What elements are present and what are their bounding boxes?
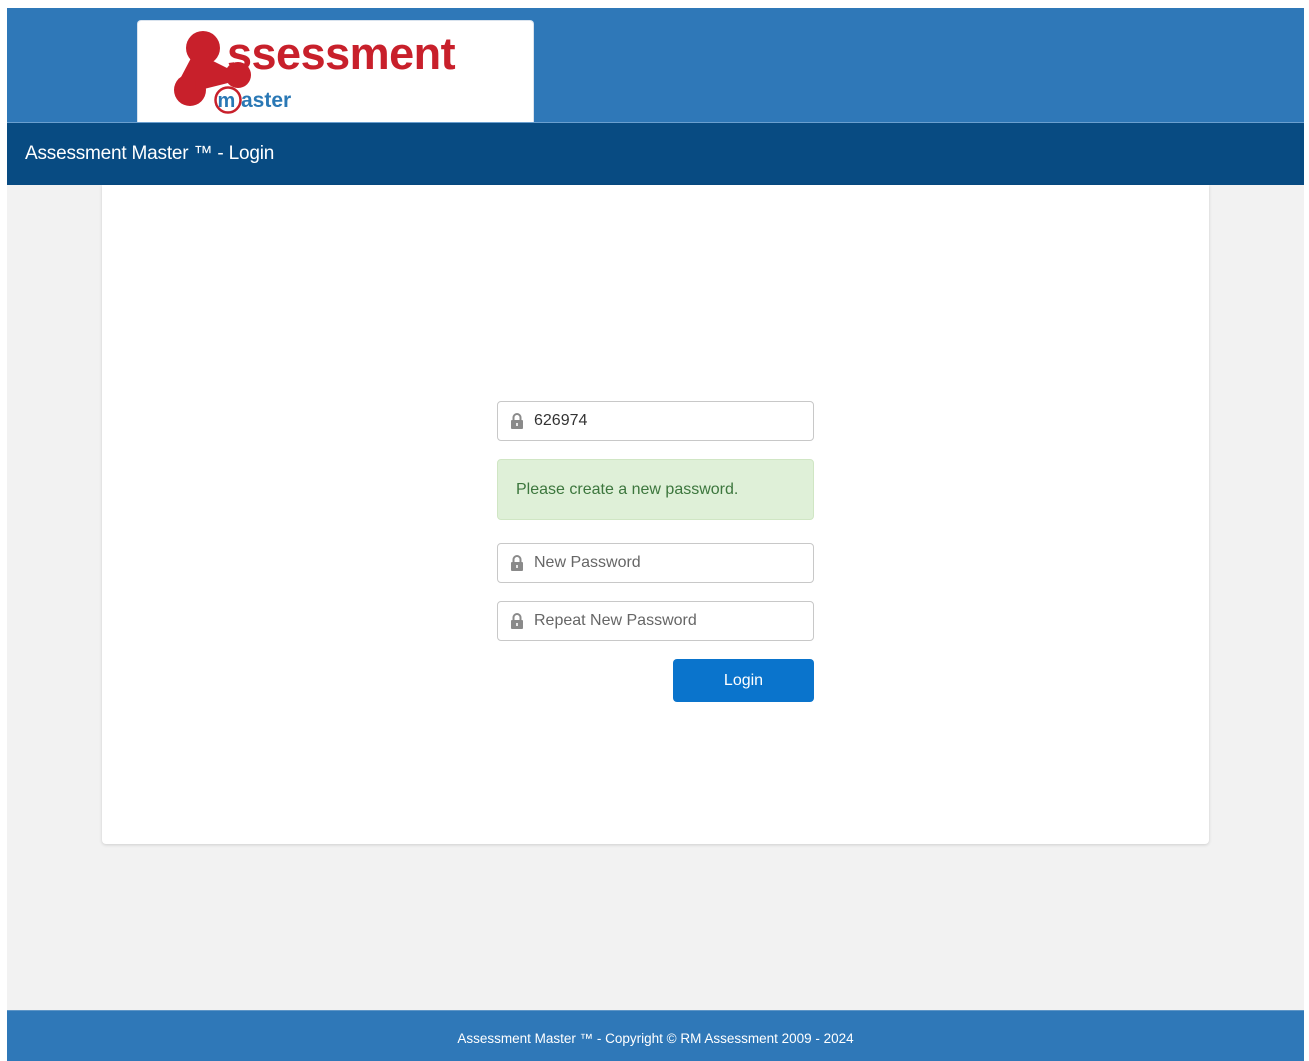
logo-sub-word: aster: [241, 89, 291, 112]
top-banner: ssessment m aster: [7, 8, 1304, 122]
login-card: Please create a new password. Login: [102, 185, 1209, 844]
logo-container: ssessment m aster: [137, 20, 534, 122]
repeat-password-input[interactable]: [534, 602, 804, 640]
logo-sub-initial: m: [218, 90, 236, 112]
assessment-master-logo: ssessment m aster: [174, 28, 456, 114]
logo-word: ssessment: [227, 28, 456, 79]
page-frame: ssessment m aster Assessment Master ™ - …: [7, 8, 1304, 1061]
lock-icon: [511, 413, 523, 429]
new-password-field[interactable]: [497, 543, 814, 583]
title-bar: Assessment Master ™ - Login: [7, 122, 1304, 185]
new-password-input[interactable]: [534, 544, 804, 582]
new-password-alert: Please create a new password.: [497, 459, 814, 520]
copyright-text: Assessment Master ™ - Copyright © RM Ass…: [457, 1031, 854, 1046]
page-title: Assessment Master ™ - Login: [25, 143, 275, 164]
lock-icon: [511, 555, 523, 571]
username-field[interactable]: [497, 401, 814, 441]
alert-message: Please create a new password.: [516, 481, 739, 498]
repeat-password-field[interactable]: [497, 601, 814, 641]
login-button[interactable]: Login: [673, 659, 814, 702]
footer: Assessment Master ™ - Copyright © RM Ass…: [7, 1010, 1304, 1061]
lock-icon: [511, 613, 523, 629]
username-input[interactable]: [534, 402, 804, 440]
